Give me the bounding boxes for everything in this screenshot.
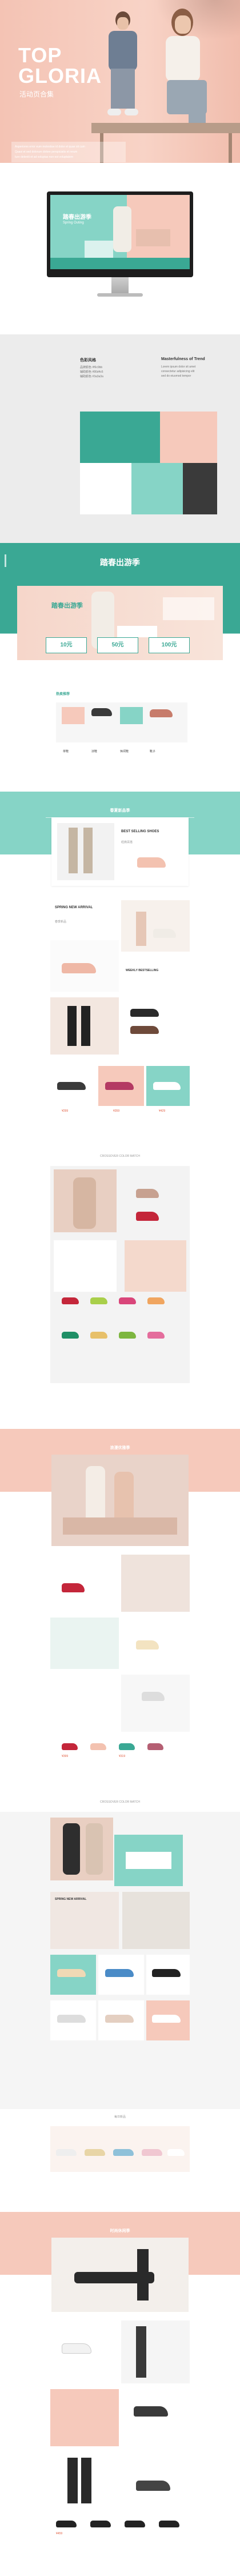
spec-right-line3: sed do eiusmod tempor (161, 374, 191, 378)
hero-model-woman (154, 9, 223, 134)
spec-right-line2: consectetur adipisicing elit (161, 370, 195, 373)
monitor-promo-sub: Spring Outing (63, 221, 84, 225)
section-3-block: SPRING NEW ARRIVAL (0, 1812, 240, 2109)
section-4-grid: ¥459 (50, 2321, 190, 2561)
spec-left-title: 色彩风格 (80, 358, 96, 362)
swatch-white (80, 463, 131, 514)
coupon-3-value: 100元 (161, 642, 177, 648)
spec-left-line3: 辅助颜色 #3a3a3a (80, 375, 103, 378)
spec-right-title: Masterfulness of Trend (161, 357, 205, 361)
coupon-2[interactable]: 50元 (97, 637, 138, 653)
filter-item-4[interactable]: 靴子 (150, 749, 155, 753)
hero-desc-1: Asperiores error eum molestiae id dolor … (15, 145, 85, 149)
coupon-1[interactable]: 10元 (46, 637, 87, 653)
swatch-mint (131, 463, 183, 514)
hero-title-line2: GLORIA (18, 64, 102, 87)
section-2-grid: ¥399 ¥319 (50, 1555, 190, 1772)
section-1-feature: BEST SELLING SHOES 经典百搭 (51, 817, 189, 886)
swatch-teal (80, 412, 160, 463)
hero-desc-2: Quasi et sed dolorum dolore perspiciatis… (15, 150, 78, 154)
hero-model-child (103, 11, 143, 126)
price-6: ¥459 (56, 2532, 63, 2535)
section-1-grid: SPRING NEW ARRIVAL 春季新品 WEEKLY BESTSELLI… (50, 900, 190, 1146)
filter-item-2[interactable]: 凉鞋 (91, 749, 97, 753)
hero-banner: TOP GLORIA 活动页合集 Asperiores error eum mo… (0, 0, 240, 163)
swatch-pink (160, 412, 217, 463)
divider-3: 每日新品 (114, 2115, 126, 2119)
section-3-card-title: SPRING NEW ARRIVAL (55, 1898, 87, 1901)
monitor-stand (111, 277, 129, 294)
coupon-1-value: 10元 (60, 642, 73, 648)
category-filter-section: 热卖推荐 单鞋 凉鞋 休闲鞋 靴子 (0, 677, 240, 780)
section-grey-block (50, 1166, 190, 1383)
filter-item-1[interactable]: 单鞋 (63, 749, 69, 753)
section-1-title: 春夏新品季 (110, 809, 130, 813)
spec-left-line1: 品牌颜色 #f6c9bb (80, 366, 103, 369)
hero-subtitle: 活动页合集 (19, 90, 54, 98)
hero-bench (91, 123, 240, 133)
monitor-screen: 踏春出游季 Spring Outing (47, 191, 193, 277)
swatch-dark (183, 463, 217, 514)
price-3: ¥429 (159, 1109, 166, 1113)
price-5: ¥319 (119, 1755, 126, 1758)
shoe-strip (50, 2126, 190, 2172)
price-1: ¥299 (62, 1109, 69, 1113)
side-label-left (5, 554, 6, 567)
filter-title: 热卖推荐 (56, 693, 70, 696)
section-2-feature (51, 1455, 189, 1546)
feature-card-title: BEST SELLING SHOES (121, 830, 159, 833)
coupon-3[interactable]: 100元 (149, 637, 190, 653)
divider-1: CROSSOVER COLOR MATCH (100, 1155, 140, 1158)
section-2-title: 浪漫优雅季 (110, 1446, 130, 1450)
section-4-title: 时尚休闲季 (110, 2229, 130, 2233)
hero-desc-3: Iure deleniti et ad voluptas non est vol… (15, 155, 74, 159)
coupon-2-value: 50元 (111, 642, 124, 648)
monitor-promo-title: 踏春出游季 (63, 214, 91, 221)
event-header-banner: 踏春出游季 (0, 543, 240, 580)
monitor-base (97, 293, 143, 297)
monitor-mockup: 踏春出游季 Spring Outing (0, 163, 240, 334)
promo-headline: 踏春出游季 (51, 602, 83, 609)
spec-left-line2: 辅助颜色 #86d4c6 (80, 370, 103, 374)
grid-card-title-2: SPRING NEW ARRIVAL (55, 906, 93, 909)
grid-card-sub-2: 春季新品 (55, 920, 67, 924)
filter-item-3[interactable]: 休闲鞋 (120, 749, 129, 753)
divider-2: CROSSOVER COLOR MATCH (100, 1800, 140, 1804)
price-4: ¥399 (62, 1755, 69, 1758)
feature-card-sub: 经典百搭 (121, 841, 133, 844)
promo-banner: 踏春出游季 10元 50元 100元 (0, 580, 240, 677)
section-4-feature (51, 2238, 189, 2312)
price-2: ¥359 (113, 1109, 120, 1113)
style-spec-section: 色彩风格 品牌颜色 #f6c9bb 辅助颜色 #86d4c6 辅助颜色 #3a3… (0, 334, 240, 543)
event-header-title: 踏春出游季 (100, 558, 140, 567)
spec-right-line1: Lorem ipsum dolor sit amet (161, 365, 196, 369)
grid-card-title-3: WEEKLY BESTSELLING (126, 969, 159, 972)
